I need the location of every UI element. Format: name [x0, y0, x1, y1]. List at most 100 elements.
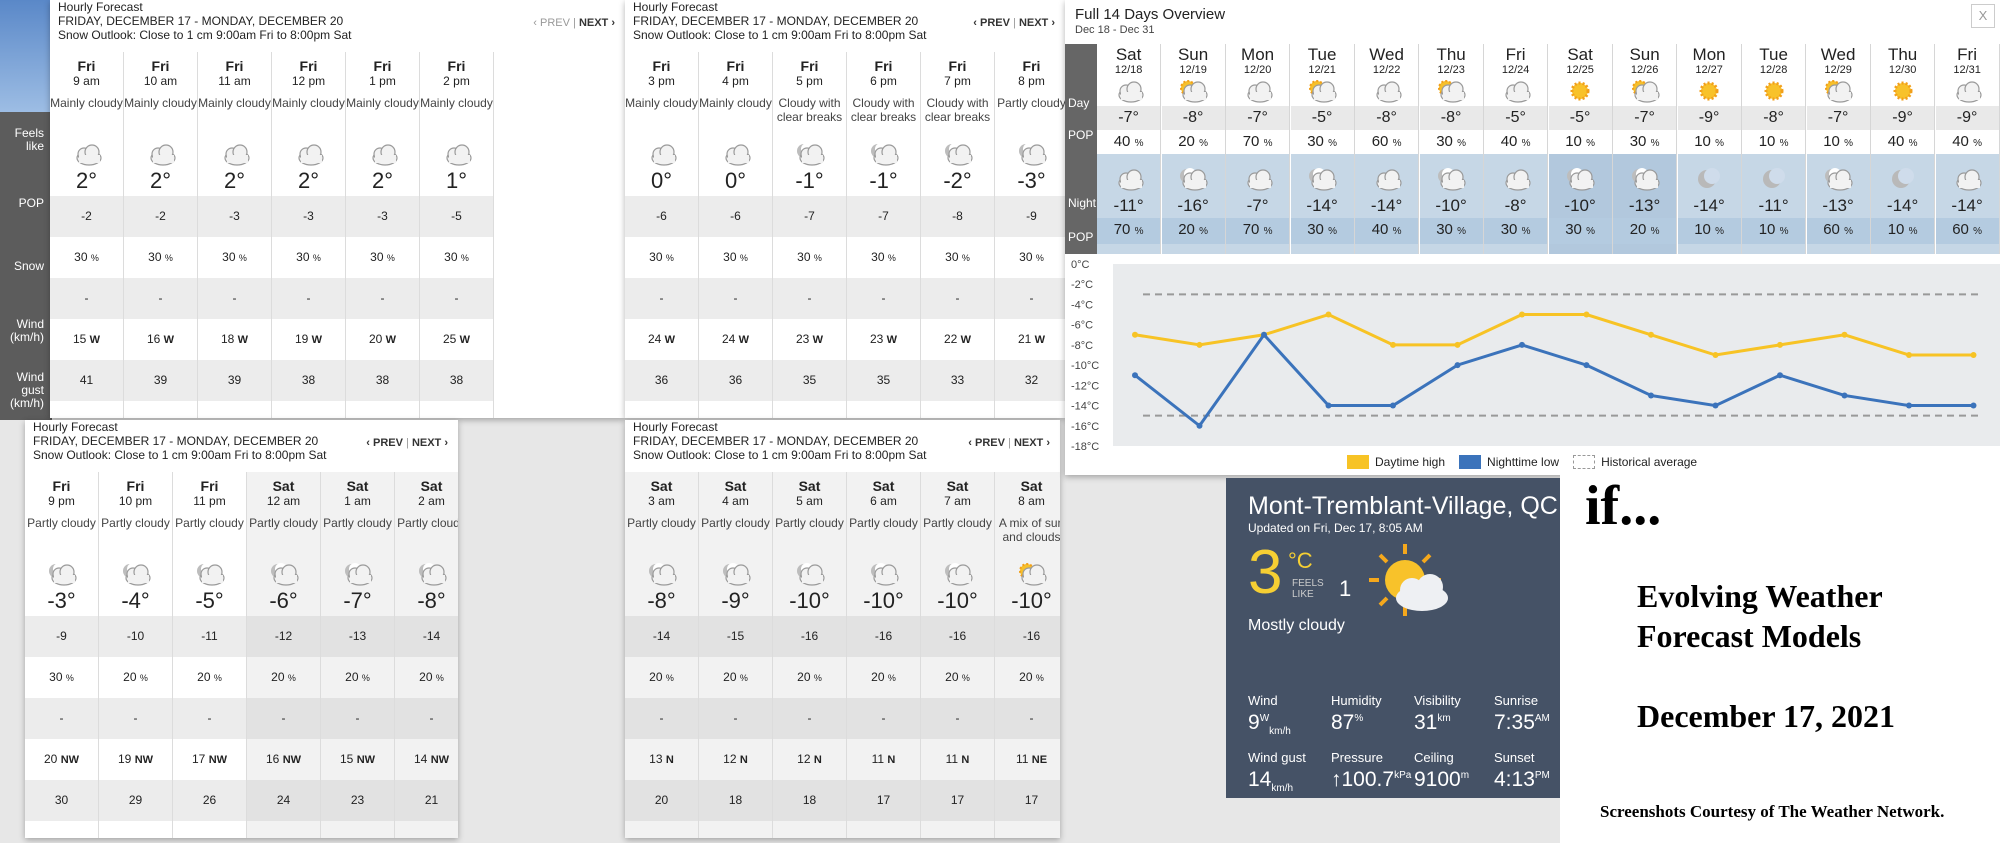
hourly-columns: Sat 3 am Partly cloudy -8° -14 20 % -13 N 20 Sat…: [625, 472, 1060, 838]
overview-day-column: Wed 12/22 -8° 60 % -14° 40 %: [1355, 44, 1420, 254]
hour-temp: 2°: [149, 168, 172, 193]
prev-button[interactable]: ‹ PREV: [968, 437, 1005, 449]
overview-date: 12/24: [1501, 64, 1530, 76]
overview-night-pop: 30 %: [1290, 218, 1354, 244]
hour-time: 7 am: [944, 494, 971, 508]
hour-summary: Sat 6 am Partly cloudy -10°: [847, 472, 920, 616]
prev-button[interactable]: ‹ PREV: [973, 17, 1010, 29]
hour-gust: 39: [124, 360, 197, 401]
hour-gust: 24: [247, 780, 320, 821]
pop-value: 20: [345, 670, 359, 684]
hour-column: Sat 1 am Partly cloudy -7° -13 20 % -15 NW 23: [321, 472, 395, 838]
hour-temp: 1°: [445, 168, 468, 193]
cloud-moon-icon: [870, 143, 899, 166]
overview-day-column: Fri 12/24 -5° 40 % -8° 30 %: [1484, 44, 1549, 254]
pop-value: 10: [1758, 221, 1776, 238]
next-button[interactable]: NEXT ›: [579, 17, 615, 29]
row-label-wind: Wind (km/h): [10, 317, 44, 344]
next-button[interactable]: NEXT ›: [1014, 437, 1050, 449]
sun-cloud-icon: [1631, 80, 1660, 103]
overview-day-column: Sat 12/25 -5° 10 % -10° 30 %: [1548, 44, 1613, 254]
overview-night-pop: 20 %: [1613, 218, 1677, 244]
pop-value: 20: [1178, 221, 1195, 238]
overview-day-icon: [1742, 76, 1805, 106]
sun-cloud-icon: [1309, 80, 1337, 103]
pop-value: 30: [49, 670, 63, 684]
pop-value: 60: [1371, 133, 1389, 150]
overview-day-icon: [1291, 76, 1354, 106]
stat-value-row: 31km: [1414, 708, 1461, 743]
daytime-high-point: [1454, 341, 1461, 348]
legend-item: Daytime high: [1347, 455, 1445, 469]
wind-direction: N: [739, 754, 748, 766]
hour-wind: 11 NE: [995, 739, 1060, 780]
hour-icon: [625, 140, 698, 168]
hour-feels: -9: [25, 616, 98, 657]
hour-wind: 20 NW: [25, 739, 98, 780]
overview-night-icon: [1420, 164, 1483, 194]
nighttime-low-point: [1454, 362, 1461, 369]
overview-night-temp: -10°: [1564, 196, 1596, 215]
daytime-high-point: [1712, 352, 1719, 358]
hour-summary: Sat 12 am Partly cloudy -6°: [247, 472, 320, 616]
hourly-columns: Fri 3 pm Mainly cloudy 0° -6 30 % -24 W 36 Fri 4 …: [625, 52, 1065, 418]
overview-row-labels: Day POP Night POP: [1065, 44, 1097, 254]
close-button[interactable]: X: [1971, 4, 1995, 28]
stat-sup: m: [1460, 770, 1470, 781]
overview-day-pop: 30 %: [1291, 130, 1354, 156]
hour-feels: -6: [699, 196, 772, 237]
hour-wind: 16 NW: [247, 739, 320, 780]
daytime-high-point: [1583, 311, 1590, 318]
prev-button[interactable]: ‹ PREV: [533, 17, 570, 29]
sun-cloud-icon: [1438, 80, 1466, 103]
pop-value: 10: [1823, 133, 1840, 150]
hour-wind: 11 N: [921, 739, 994, 780]
overview-date: 12/20: [1243, 64, 1272, 76]
temperature-chart: 0°C -2°C -4°C -6°C -8°C -10°C -12°C -14°C -16°C -…: [1071, 259, 2000, 453]
wind-speed: 11: [871, 752, 885, 766]
hour-pop: 30 %: [50, 237, 123, 278]
wind-speed: 19: [294, 332, 309, 346]
hour-pop: 30 %: [198, 237, 271, 278]
stat-label: Ceiling: [1414, 750, 1454, 765]
hour-summary: Fri 10 pm Partly cloudy -4°: [99, 472, 172, 616]
next-button[interactable]: NEXT ›: [412, 437, 448, 449]
hour-wind: 12 N: [699, 739, 772, 780]
hour-summary: Fri 6 pm Cloudy with clear breaks -1°: [847, 52, 920, 196]
percent-unit: %: [1844, 138, 1853, 149]
hour-day: Fri: [447, 58, 466, 74]
snow-outlook: Snow Outlook: Close to 1 cm 9:00am Fri t…: [58, 28, 352, 42]
hour-pop: 30 %: [124, 237, 197, 278]
hour-icon: [124, 140, 197, 168]
hour-summary: Fri 8 pm Partly cloudy -3°: [995, 52, 1065, 196]
hour-feels: -2: [50, 196, 123, 237]
stat-sup: AM: [1534, 713, 1550, 724]
hour-icon: [99, 560, 172, 588]
pop-value: 30: [296, 250, 310, 264]
nighttime-low-point: [1325, 402, 1332, 409]
overview-day-pop: 40 %: [1936, 130, 1999, 156]
prev-button[interactable]: ‹ PREV: [366, 437, 403, 449]
hourly-heading: Hourly Forecast: [633, 420, 718, 434]
overview-day-temp: -8°: [1419, 106, 1483, 130]
next-button[interactable]: NEXT ›: [1019, 17, 1055, 29]
pop-value: 30: [797, 250, 811, 264]
hour-pop: 30 %: [995, 237, 1065, 278]
hour-wind: 15 W: [50, 319, 123, 360]
percent-unit: %: [1328, 138, 1337, 149]
hour-feels: -8: [921, 196, 994, 237]
hour-snow: -: [321, 698, 394, 739]
pop-value: 30: [222, 250, 236, 264]
hour-condition: Partly cloudy: [627, 516, 696, 530]
overview-day-icon: [1097, 76, 1160, 106]
cloud-moon-icon: [1018, 143, 1047, 166]
hour-gust: 38: [420, 360, 493, 401]
overview-day-icon: [1871, 76, 1934, 106]
wind-direction: W: [960, 334, 972, 346]
hour-gust: 36: [625, 360, 698, 401]
hour-time: 5 am: [796, 494, 823, 508]
overview-night-pop: 30 %: [1548, 218, 1612, 244]
pop-value: 10: [1694, 133, 1711, 150]
hour-condition: Partly cloudy: [27, 516, 96, 530]
row-label-pop: POP: [18, 196, 44, 210]
